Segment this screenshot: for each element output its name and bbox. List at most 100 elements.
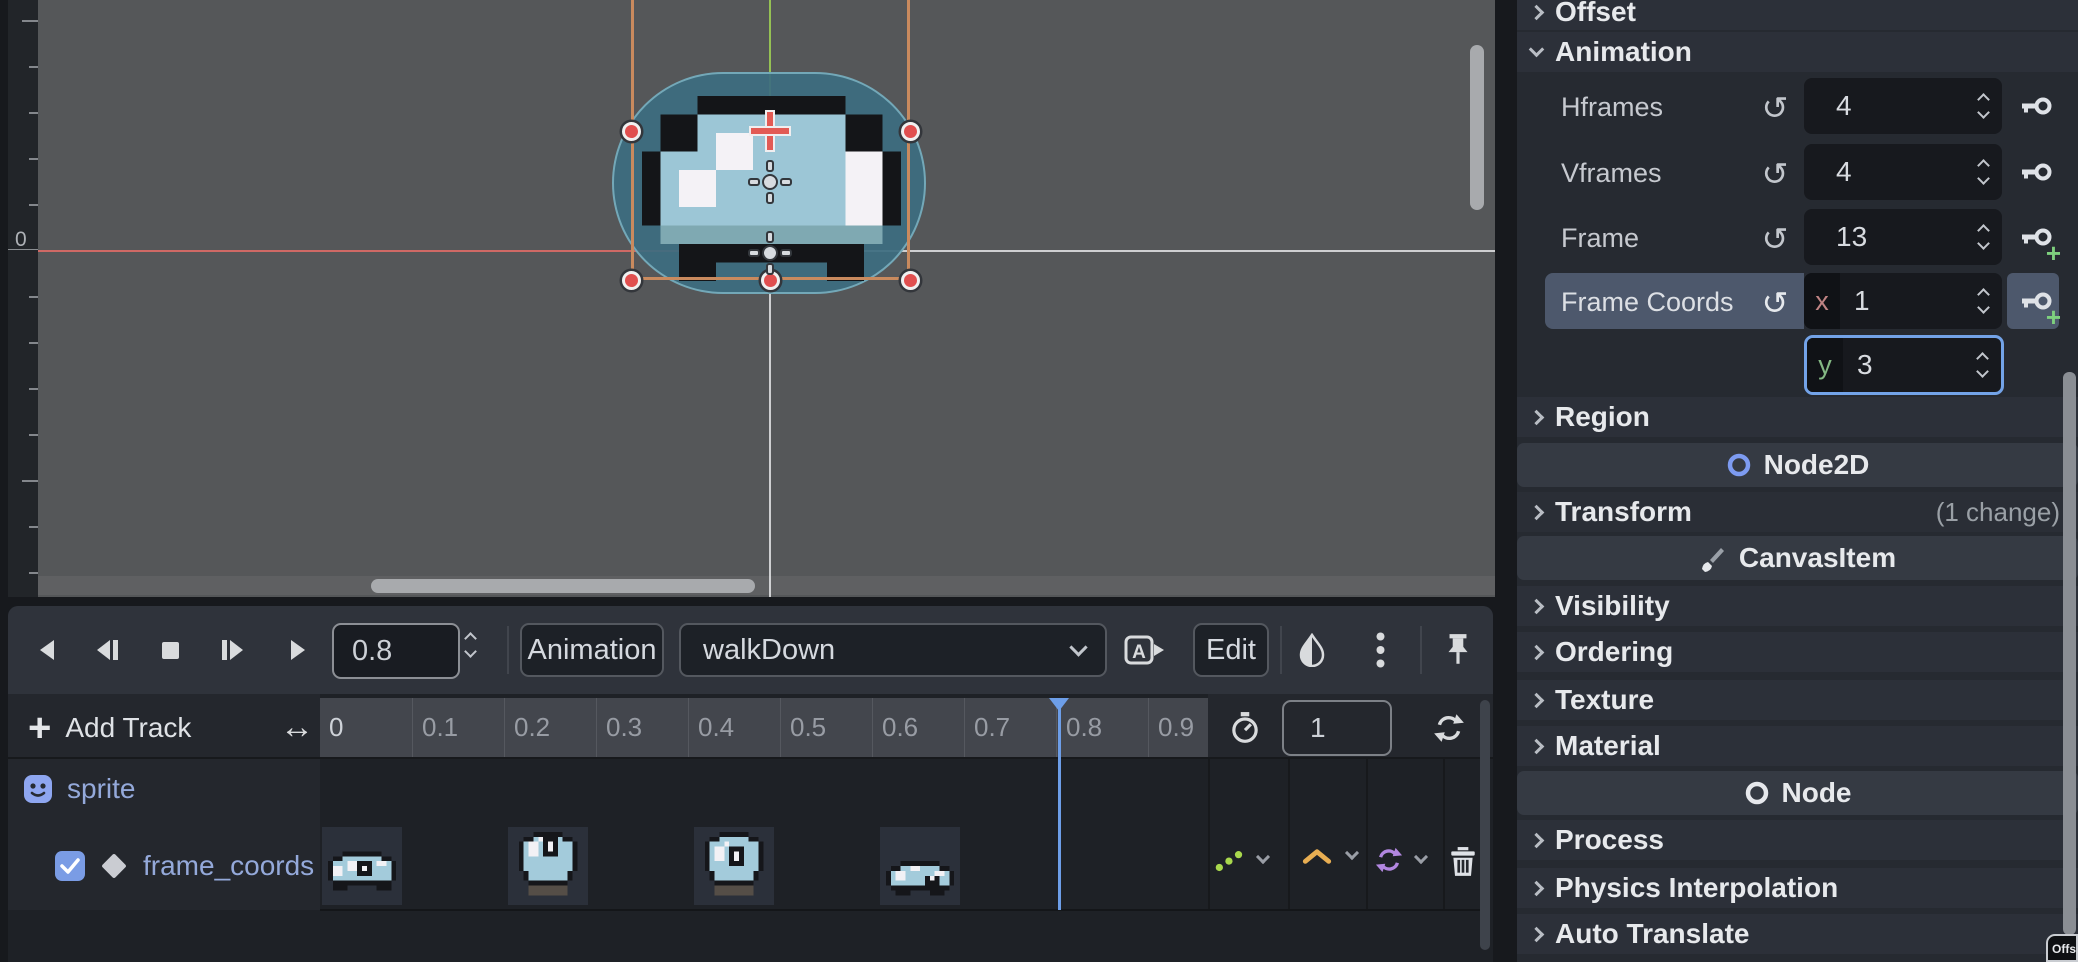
move-gizmo-center[interactable]: [747, 159, 793, 205]
canvas[interactable]: [38, 0, 1495, 597]
section-animation[interactable]: Animation: [1517, 32, 2078, 72]
frame-coords-y-stepper[interactable]: [1978, 354, 1987, 376]
keyframe-thumbnail-1[interactable]: [508, 827, 588, 905]
section-physics-interpolation[interactable]: Physics Interpolation: [1517, 868, 2078, 908]
section-region[interactable]: Region: [1517, 397, 2078, 437]
section-process[interactable]: Process: [1517, 820, 2078, 860]
ruler-tick: [29, 572, 38, 574]
viewport-2d[interactable]: 0: [8, 0, 1495, 597]
add-track-button[interactable]: + Add Track: [28, 698, 191, 757]
section-material[interactable]: Material: [1517, 726, 2078, 766]
h-scrollbar-track[interactable]: [38, 576, 1495, 595]
category-canvasitem: CanvasItem: [1517, 536, 2078, 580]
ruler-tick-label: 0.7: [964, 698, 1056, 757]
current-time-field[interactable]: 0.8: [332, 623, 460, 679]
frame-coords-x-stepper[interactable]: [1979, 290, 1988, 312]
pivot-cross-icon[interactable]: [748, 109, 792, 153]
frame-stepper[interactable]: [1979, 226, 1988, 248]
inspector-scrollbar[interactable]: [2063, 372, 2076, 935]
panel-scrollbar[interactable]: [1480, 700, 1490, 950]
transform-changes-badge: (1 change): [1936, 497, 2078, 528]
track-enabled-checkbox[interactable]: [55, 851, 85, 881]
track-row-frame-coords[interactable]: frame_coords: [55, 850, 314, 882]
timeline-ruler[interactable]: 0 0.1 0.2 0.3 0.4 0.5 0.6 0.7 0.8 0.9: [320, 698, 1208, 757]
loop-animation-icon[interactable]: [1432, 698, 1466, 757]
update-mode-discrete-icon: [1214, 846, 1246, 874]
vertical-ruler[interactable]: 0: [8, 0, 38, 597]
h-scrollbar[interactable]: [371, 579, 755, 593]
edit-button[interactable]: Edit: [1193, 623, 1269, 677]
ruler-tick-label: 0.5: [780, 698, 872, 757]
key-frame-icon[interactable]: +: [2015, 209, 2059, 265]
svg-text:A: A: [1132, 642, 1146, 663]
key-frame-coords-icon[interactable]: +: [2015, 273, 2059, 329]
section-auto-translate[interactable]: Auto Translate: [1517, 914, 2078, 954]
delete-track-icon[interactable]: [1448, 846, 1478, 883]
vframes-stepper[interactable]: [1979, 161, 1988, 183]
keyframe-thumbnail-2[interactable]: [694, 827, 774, 905]
revert-frame-coords-icon[interactable]: ↺: [1755, 284, 1795, 322]
hframes-field[interactable]: 4: [1804, 78, 2002, 134]
ruler-tick-label: 0.2: [504, 698, 596, 757]
toolbar-separator: [1420, 626, 1422, 674]
revert-frame-icon[interactable]: ↺: [1755, 220, 1795, 258]
loop-wrap-mode-dropdown[interactable]: [1374, 846, 1426, 874]
frame-coords-y-field[interactable]: y 3: [1804, 335, 2004, 395]
animation-name-dropdown[interactable]: walkDown: [679, 623, 1107, 677]
keyframe-thumbnail-3[interactable]: [880, 827, 960, 905]
key-hframes-icon[interactable]: [2015, 78, 2059, 134]
stop-icon[interactable]: [148, 618, 192, 682]
move-gizmo-origin[interactable]: [747, 230, 793, 276]
column-separator: [1366, 757, 1368, 909]
animation-menu-button[interactable]: Animation: [520, 623, 664, 677]
interpolation-nearest-icon: [1301, 846, 1333, 866]
ruler-tick: [29, 204, 38, 206]
section-visibility[interactable]: Visibility: [1517, 586, 2078, 626]
animation-name: walkDown: [703, 634, 835, 667]
section-offset[interactable]: Offset: [1517, 0, 2078, 30]
add-track-label: Add Track: [65, 712, 191, 744]
track-node-name: sprite: [67, 773, 135, 805]
animation-length-value: 1: [1284, 712, 1326, 744]
play-icon[interactable]: [275, 618, 319, 682]
vframes-field[interactable]: 4: [1804, 144, 2002, 200]
node2d-icon: [1726, 452, 1752, 478]
ruler-tick: [22, 480, 38, 482]
animation-length-field[interactable]: 1: [1282, 700, 1392, 756]
frame-field[interactable]: 13: [1804, 209, 2002, 265]
playhead-line[interactable]: [1058, 698, 1061, 910]
ruler-tick-label: 0.4: [688, 698, 780, 757]
timeline-pan-icon[interactable]: ↔: [280, 698, 314, 757]
key-vframes-icon[interactable]: [2015, 144, 2059, 200]
selection-handle-right[interactable]: [901, 122, 920, 141]
section-transform[interactable]: Transform (1 change): [1517, 492, 2078, 532]
more-options-icon[interactable]: [1360, 618, 1400, 682]
track-row-sprite[interactable]: sprite: [23, 773, 135, 805]
section-texture[interactable]: Texture: [1517, 680, 2078, 720]
v-scrollbar[interactable]: [1470, 45, 1484, 210]
play-backwards-from-end-icon[interactable]: [86, 618, 130, 682]
autoplay-on-load-icon[interactable]: A: [1120, 618, 1170, 682]
selection-handle-bottom-right[interactable]: [901, 271, 920, 290]
hframes-stepper[interactable]: [1979, 95, 1988, 117]
revert-vframes-icon[interactable]: ↺: [1755, 155, 1795, 193]
inspector-panel: Offset Animation Hframes ↺ 4 Vframes ↺ 4…: [1517, 0, 2078, 962]
onion-skinning-icon[interactable]: [1292, 618, 1332, 682]
keyframe-thumbnail-0[interactable]: [322, 827, 402, 905]
ruler-tick-label: 0: [320, 698, 412, 757]
revert-hframes-icon[interactable]: ↺: [1755, 89, 1795, 127]
play-backwards-icon[interactable]: [26, 618, 70, 682]
update-mode-dropdown[interactable]: [1214, 846, 1268, 874]
toolbar-separator: [507, 626, 509, 674]
selection-handle-bottom-left[interactable]: [622, 271, 641, 290]
ruler-tick: [29, 158, 38, 160]
interpolation-mode-dropdown[interactable]: [1301, 846, 1357, 866]
time-stepper[interactable]: [466, 634, 475, 656]
playhead-grabber[interactable]: [1049, 698, 1069, 711]
pin-panel-icon[interactable]: [1436, 618, 1480, 682]
y-axis-badge: y: [1807, 338, 1843, 392]
play-from-start-icon[interactable]: [210, 618, 254, 682]
selection-handle-left[interactable]: [622, 122, 641, 141]
frame-coords-x-field[interactable]: x 1: [1804, 273, 2002, 329]
section-ordering[interactable]: Ordering: [1517, 632, 2078, 672]
